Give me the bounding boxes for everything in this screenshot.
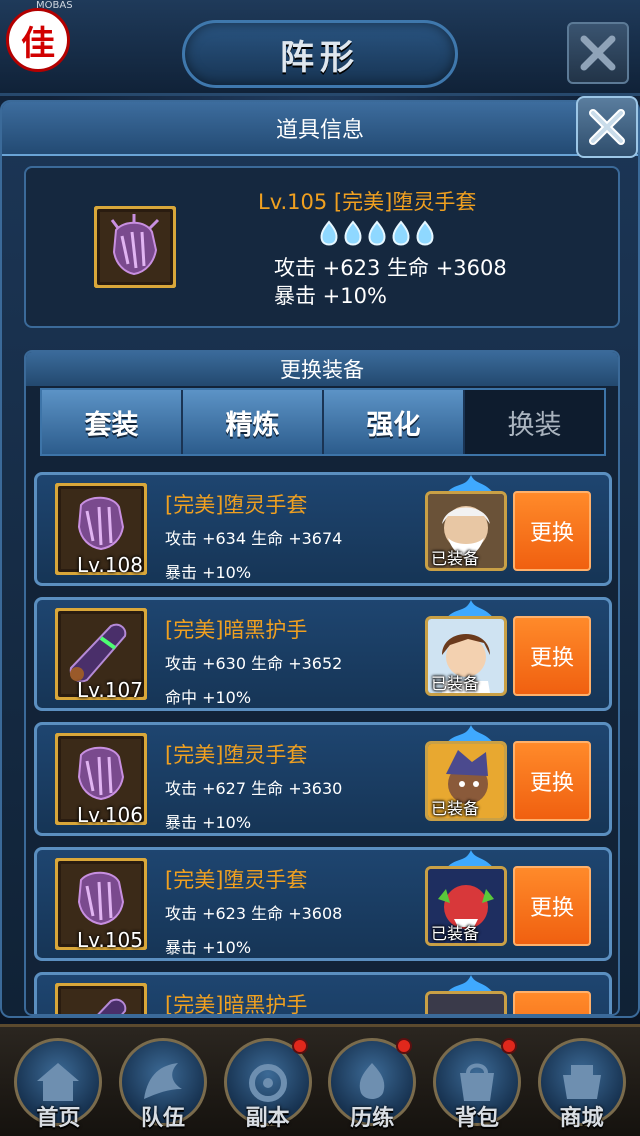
nav-label: 副本 <box>245 1105 290 1131</box>
item-name: [完美]暗黑护手 <box>165 618 308 642</box>
item-name: [完美]暗黑护手 <box>165 993 308 1016</box>
item-stats: 攻击 +623 生命 +3608 <box>165 904 343 923</box>
list-item: [完美]暗黑护手 <box>34 972 612 1016</box>
item-level: Lv.106 <box>77 803 143 827</box>
nav-training[interactable]: 历练 <box>324 1030 420 1134</box>
star-icon <box>368 220 386 246</box>
item-stats: 攻击 +630 生命 +3652 <box>165 654 343 673</box>
equipped-label: 已装备 <box>431 924 480 943</box>
dialog-title: 道具信息 <box>275 118 364 143</box>
item-extra-stat: 暴击 +10% <box>165 563 252 582</box>
close-icon <box>580 35 616 71</box>
top-bar: 阵形 <box>0 0 640 96</box>
nav-bag[interactable]: 背包 <box>429 1030 525 1134</box>
equipped-label: 已装备 <box>431 674 480 693</box>
nav-label: 商城 <box>559 1105 604 1131</box>
equipment-list: Lv.108 [完美]堕灵手套 攻击 +634 生命 +3674 暴击 +10% <box>34 472 614 1016</box>
list-item: Lv.106 [完美]堕灵手套 攻击 +627 生命 +3630 暴击 +10% <box>34 722 612 836</box>
item-extra-stat: 暴击 +10% <box>165 813 252 832</box>
equipped-label: 已装备 <box>431 549 480 568</box>
list-item: Lv.108 [完美]堕灵手套 攻击 +634 生命 +3674 暴击 +10% <box>34 472 612 586</box>
notification-badge <box>500 1037 517 1054</box>
swap-button-label: 更换 <box>529 771 574 796</box>
formation-close-button[interactable] <box>567 22 629 84</box>
swap-button-label: 更换 <box>529 896 574 921</box>
swap-button[interactable]: 更换 <box>513 866 591 946</box>
hero-portrait: 已装备 <box>425 725 507 821</box>
item-level: Lv.108 <box>77 553 143 577</box>
swap-button[interactable] <box>513 991 591 1014</box>
bottom-nav: 首页 队伍 副本 历练 背包 商城 <box>0 1024 640 1136</box>
hero-portrait: 已装备 <box>425 475 507 571</box>
hero-portrait: 已装备 <box>425 600 507 696</box>
star-rating <box>318 220 436 248</box>
gauntlet-icon <box>54 982 148 1014</box>
item-name: [完美]堕灵手套 <box>165 743 308 767</box>
nav-team[interactable]: 队伍 <box>115 1030 211 1134</box>
tab-label: 强化 <box>366 409 421 441</box>
swap-button[interactable]: 更换 <box>513 491 591 571</box>
tab-label: 精炼 <box>225 409 280 441</box>
tab-label: 套装 <box>84 409 139 441</box>
item-name: Lv.105 [完美]堕灵手套 <box>258 190 477 214</box>
item-extra-stat: 命中 +10% <box>165 688 252 707</box>
change-equipment-header: 更换装备 <box>26 352 618 386</box>
nav-label: 队伍 <box>140 1105 185 1131</box>
swap-button[interactable]: 更换 <box>513 616 591 696</box>
tab-enhance[interactable]: 强化 <box>324 390 465 454</box>
hero-portrait: 已装备 <box>425 850 507 946</box>
app-logo: 佳 <box>6 8 70 72</box>
swap-button-label: 更换 <box>529 646 574 671</box>
notification-badge <box>291 1037 308 1054</box>
item-level: Lv.107 <box>77 678 143 702</box>
tab-set[interactable]: 套装 <box>42 390 183 454</box>
equipped-label: 已装备 <box>431 799 480 818</box>
item-stats-line1: 攻击 +623 生命 +3608 <box>274 256 507 280</box>
tab-label: 换装 <box>507 409 562 441</box>
star-icon <box>392 220 410 246</box>
nav-label: 背包 <box>454 1105 499 1131</box>
list-item: Lv.105 [完美]堕灵手套 攻击 +623 生命 +3608 暴击 +10% <box>34 847 612 961</box>
list-item: Lv.107 [完美]暗黑护手 攻击 +630 生命 +3652 命中 +10% <box>34 597 612 711</box>
nav-home[interactable]: 首页 <box>10 1030 106 1134</box>
dialog-header: 道具信息 <box>2 102 638 156</box>
change-equipment-title: 更换装备 <box>280 358 364 382</box>
dialog-close-button[interactable] <box>576 96 638 158</box>
gauntlet-icon <box>93 205 177 292</box>
item-info-panel: Lv.105 [完美]堕灵手套 攻击 +623 生命 +3608 暴击 +10% <box>24 166 620 328</box>
star-icon <box>344 220 362 246</box>
notification-badge <box>396 1037 413 1054</box>
item-level: Lv.105 <box>77 928 143 952</box>
star-icon <box>320 220 338 246</box>
item-extra-stat: 暴击 +10% <box>165 938 252 957</box>
item-stats-line2: 暴击 +10% <box>274 284 387 308</box>
nav-dungeon[interactable]: 副本 <box>220 1030 316 1134</box>
item-info-dialog: 道具信息 Lv.105 [完美]堕灵手套 攻击 +623 生命 +3608 暴击… <box>0 96 640 1018</box>
hero-portrait <box>425 975 507 1014</box>
nav-label: 首页 <box>36 1105 81 1131</box>
swap-button[interactable]: 更换 <box>513 741 591 821</box>
app-logo-tag: MOBAS <box>36 0 73 11</box>
page-title: 阵形 <box>280 37 360 78</box>
nav-shop[interactable]: 商城 <box>534 1030 630 1134</box>
item-stats: 攻击 +627 生命 +3630 <box>165 779 343 798</box>
star-icon <box>416 220 434 246</box>
title-plate: 阵形 <box>182 20 458 88</box>
item-stats: 攻击 +623 生命 +3608 暴击 +10% <box>274 254 507 310</box>
swap-button-label: 更换 <box>529 521 574 546</box>
change-equipment-panel: 更换装备 套装 精炼 强化 换装 Lv.108 [完美]堕灵手套 攻击 +634… <box>24 350 620 1016</box>
close-icon <box>589 109 625 145</box>
item-stats: 攻击 +634 生命 +3674 <box>165 529 343 548</box>
equipment-tabs: 套装 精炼 强化 换装 <box>40 388 606 456</box>
item-name: [完美]堕灵手套 <box>165 868 308 892</box>
nav-label: 历练 <box>350 1105 395 1131</box>
item-name: [完美]堕灵手套 <box>165 493 308 517</box>
tab-swap[interactable]: 换装 <box>465 390 604 454</box>
tab-refine[interactable]: 精炼 <box>183 390 324 454</box>
